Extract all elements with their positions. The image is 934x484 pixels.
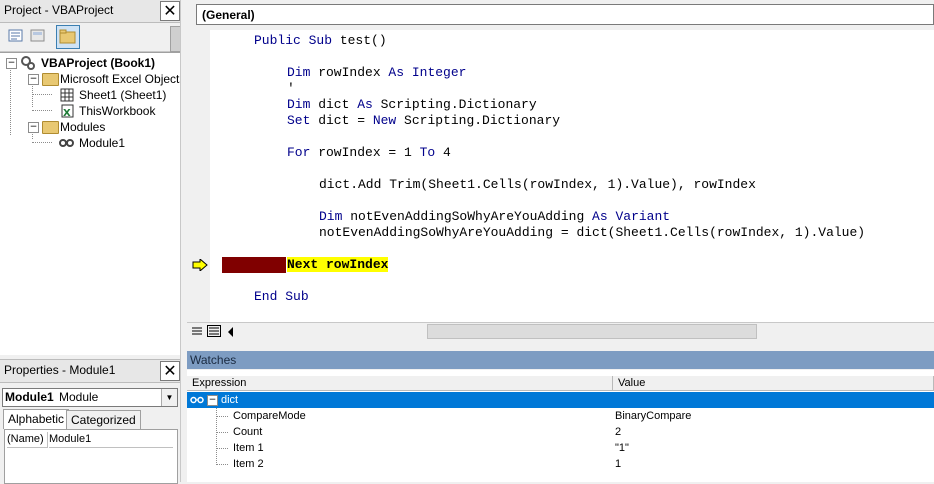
column-header-value[interactable]: Value [613, 376, 934, 391]
code-margin[interactable] [187, 30, 211, 322]
close-icon[interactable]: ✕ [160, 361, 180, 381]
view-code-button[interactable] [6, 26, 26, 46]
property-key: (Name) [7, 432, 48, 448]
code-line: End Sub [254, 289, 309, 304]
tree-label: Sheet1 (Sheet1) [79, 88, 167, 102]
tree-label: Module1 [79, 136, 126, 150]
collapse-icon[interactable]: − [28, 74, 39, 85]
watch-expression: CompareMode [233, 410, 306, 422]
collapse-icon[interactable]: − [28, 122, 39, 133]
watch-row[interactable]: Count 2 [187, 424, 934, 440]
property-value-name[interactable]: Module1 [49, 432, 173, 448]
current-code-line: Next rowIndex [287, 257, 389, 272]
watch-expression: Item 1 [233, 442, 264, 454]
column-header-expression[interactable]: Expression [187, 376, 613, 391]
watch-value: 2 [615, 426, 622, 438]
watch-row[interactable]: − dict [187, 392, 934, 408]
collapse-icon[interactable]: − [6, 58, 17, 69]
selected-object-name: Module1 [5, 390, 54, 404]
view-code-icon [8, 29, 23, 42]
code-line: Set dict = New Scripting.Dictionary [287, 113, 561, 128]
worksheet-icon [60, 88, 74, 102]
watch-expression: Count [233, 426, 263, 438]
watch-expression: Item 2 [233, 458, 264, 470]
watch-row[interactable]: Item 1 "1" [187, 440, 934, 456]
collapse-icon[interactable]: − [207, 395, 218, 406]
code-line: Public Sub test() [254, 33, 387, 48]
code-editor[interactable]: Public Sub test() Dim rowIndex As Intege… [210, 30, 934, 322]
properties-object-select[interactable]: Module1 Module ▼ [2, 388, 178, 407]
tree-label: Modules [60, 120, 106, 134]
code-line: dict.Add Trim(Sheet1.Cells(rowIndex, 1).… [319, 177, 756, 192]
toggle-folders-button[interactable] [56, 25, 80, 49]
code-line: Dim rowIndex As Integer [287, 65, 467, 80]
code-line: notEvenAddingSoWhyAreYouAdding = dict(Sh… [319, 225, 866, 240]
code-line: Dim notEvenAddingSoWhyAreYouAdding As Va… [319, 209, 671, 224]
watch-row[interactable]: Item 2 1 [187, 456, 934, 472]
properties-titlebar: Properties - Module1 ✕ [0, 359, 180, 383]
hscroll-thumb[interactable] [427, 324, 757, 339]
project-tree: − VBAProject (Book1) − Microsoft Excel O… [0, 52, 185, 355]
project-explorer-title: Project - VBAProject [4, 3, 114, 17]
module-icon [59, 139, 74, 147]
code-line: ' [287, 81, 295, 96]
view-object-icon [30, 29, 45, 42]
view-object-button[interactable] [28, 26, 48, 46]
scroll-left-icon[interactable] [227, 327, 235, 337]
tab-alphabetic[interactable]: Alphabetic [3, 409, 70, 429]
code-line: For rowIndex = 1 To 4 [287, 145, 451, 160]
glasses-icon [190, 396, 204, 404]
full-module-view-icon[interactable] [207, 325, 221, 337]
tree-label: VBAProject (Book1) [41, 56, 156, 70]
execution-pointer-icon [192, 259, 208, 271]
folder-icon [42, 121, 59, 134]
breakpoint-bar [222, 257, 286, 273]
watch-expression: dict [221, 394, 239, 406]
tree-label: ThisWorkbook [79, 104, 156, 118]
object-dropdown[interactable]: (General) [196, 4, 934, 25]
workbook-icon: X [61, 104, 74, 118]
watch-row[interactable]: CompareMode BinaryCompare [187, 408, 934, 424]
watches-window: Expression Value − dict CompareMode Bina… [187, 370, 934, 482]
watches-title: Watches [190, 353, 237, 367]
watch-value: "1" [615, 442, 629, 454]
tab-categorized[interactable]: Categorized [66, 410, 141, 429]
properties-grid: (Name) Module1 [4, 429, 178, 484]
properties-title: Properties - Module1 [4, 363, 116, 377]
object-dropdown-value: (General) [202, 8, 255, 22]
code-line: Dim dict As Scripting.Dictionary [287, 97, 537, 112]
project-explorer-titlebar: Project - VBAProject ✕ [0, 0, 180, 23]
folder-icon [59, 29, 76, 44]
tree-label: Microsoft Excel Objects [60, 72, 186, 86]
chevron-down-icon[interactable]: ▼ [161, 389, 177, 406]
vbaproject-icon [21, 56, 35, 70]
watch-value: 1 [615, 458, 622, 470]
watch-value: BinaryCompare [615, 410, 692, 422]
folder-icon [42, 73, 59, 86]
watches-titlebar: Watches [187, 351, 934, 369]
code-hscrollbar[interactable] [187, 322, 934, 341]
procedure-view-icon[interactable] [191, 325, 203, 337]
svg-text:X: X [63, 108, 71, 118]
project-explorer-toolbar [0, 23, 180, 52]
close-icon[interactable]: ✕ [160, 1, 180, 21]
selected-object-type: Module [59, 390, 99, 404]
